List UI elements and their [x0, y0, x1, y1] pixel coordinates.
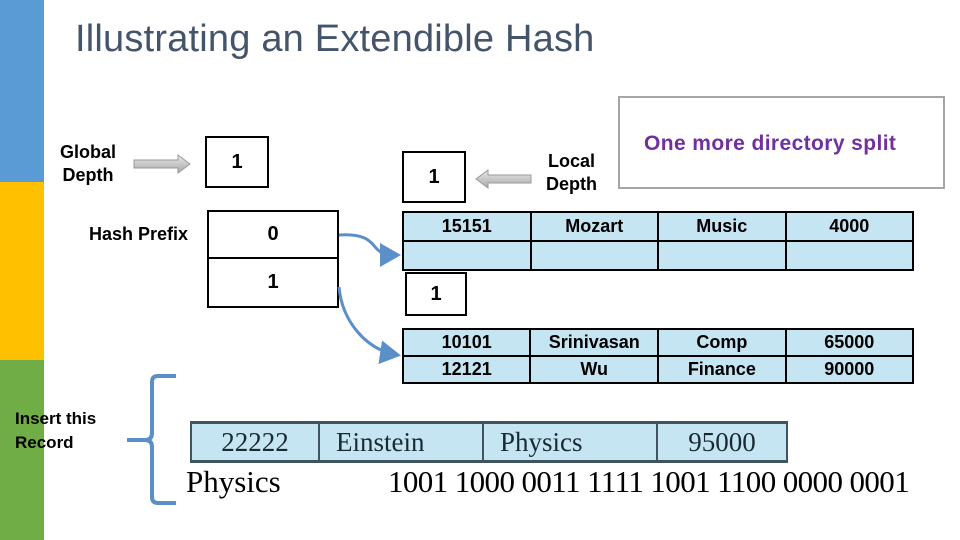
bucket-cell-name: Mozart	[529, 211, 660, 242]
insert-record-label-line2: Record	[15, 433, 74, 452]
directory-entry-0: 0	[209, 212, 337, 259]
bucket-cell-salary: 4000	[784, 211, 915, 242]
bucket-cell-salary: 65000	[784, 328, 915, 357]
bucket-2-row: 12121 Wu Finance 90000	[401, 355, 915, 384]
bucket-2: 10101 Srinivasan Comp 65000 12121 Wu Fin…	[401, 328, 915, 384]
pointer-arrow-dir0-to-bucket1	[338, 233, 401, 268]
global-depth-label: Global Depth	[60, 141, 116, 187]
bucket-2-local-depth: 1	[405, 272, 467, 316]
bucket-cell-dept: Comp	[657, 328, 787, 357]
accent-band-yellow	[0, 182, 44, 360]
pointer-arrow-dir1-to-bucket2	[337, 286, 401, 365]
note-text: One more directory split	[644, 132, 897, 155]
hash-key: Physics	[186, 464, 281, 499]
bucket-cell-name	[529, 240, 660, 271]
bucket-1-row: 15151 Mozart Music 4000	[402, 211, 915, 242]
new-record: 22222 Einstein Physics 95000	[190, 421, 788, 463]
insert-record-label-line1: Insert this	[15, 409, 97, 428]
slide-title: Illustrating an Extendible Hash	[75, 18, 595, 60]
bucket-1: 15151 Mozart Music 4000	[402, 211, 915, 271]
bucket-cell-id: 12121	[401, 355, 532, 384]
bucket-1-row	[402, 240, 915, 271]
bucket-cell-dept: Music	[657, 211, 787, 242]
bucket-1-local-depth: 1	[402, 151, 466, 203]
accent-band-fade	[44, 0, 52, 540]
local-depth-label-line1: Local	[547, 151, 595, 171]
bucket-cell-salary	[784, 240, 915, 271]
bucket-cell-dept: Finance	[657, 355, 787, 384]
insert-record-label: Insert this Record	[15, 407, 96, 455]
bucket-cell-salary: 90000	[784, 355, 915, 384]
bucket-2-row: 10101 Srinivasan Comp 65000	[401, 328, 915, 357]
local-depth-label-line2: Depth	[546, 174, 597, 194]
hash-bits: 1001 1000 0011 1111 1001 1100 0000 0001	[388, 464, 910, 499]
global-depth-box: 1	[205, 136, 269, 188]
hash-prefix-label: Hash Prefix	[89, 224, 189, 244]
bucket-cell-name: Wu	[529, 355, 660, 384]
global-depth-label-line2: Depth	[62, 165, 114, 185]
bucket-cell-name: Srinivasan	[529, 328, 660, 357]
record-cell-dept: Physics	[482, 424, 656, 460]
bucket-cell-id	[402, 240, 532, 271]
local-depth-label: Local Depth	[546, 150, 597, 196]
bucket-cell-id: 15151	[402, 211, 532, 242]
local-depth-arrow-icon	[475, 169, 532, 189]
record-cell-salary: 95000	[656, 424, 788, 460]
global-depth-label-line1: Global	[60, 142, 117, 162]
directory: 0 1	[207, 210, 339, 308]
bucket-cell-id: 10101	[401, 328, 532, 357]
note-box: One more directory split	[618, 96, 945, 189]
record-cell-id: 22222	[190, 424, 318, 460]
bucket-cell-dept	[657, 240, 787, 271]
directory-entry-1: 1	[267, 271, 279, 293]
global-depth-arrow-icon	[133, 154, 191, 174]
record-cell-name: Einstein	[318, 424, 482, 460]
record-bracket-icon	[127, 374, 176, 505]
accent-band-blue	[0, 0, 44, 182]
